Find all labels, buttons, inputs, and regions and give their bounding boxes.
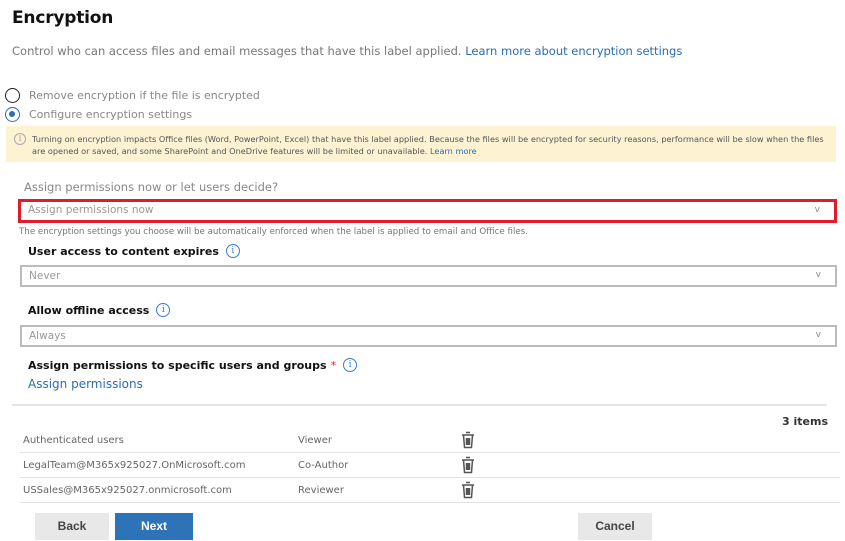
- permissions-label: Assign permissions to specific users and…: [28, 358, 358, 372]
- delete-button[interactable]: [460, 431, 476, 452]
- expires-label-text: User access to content expires: [28, 244, 219, 258]
- role-cell: Viewer: [298, 435, 332, 446]
- divider: [12, 404, 827, 406]
- items-count: 3 items: [782, 415, 828, 428]
- next-button[interactable]: Next: [115, 513, 193, 540]
- radio-button-selected[interactable]: [5, 107, 20, 122]
- assign-mode-label: Assign permissions now or let users deci…: [24, 180, 279, 194]
- expires-value: Never: [29, 270, 61, 282]
- role-cell: Reviewer: [298, 485, 344, 496]
- radio-configure-encryption[interactable]: Configure encryption settings: [5, 107, 192, 122]
- trash-icon: [462, 456, 474, 474]
- learn-more-encryption-link[interactable]: Learn more about encryption settings: [465, 44, 682, 58]
- info-icon[interactable]: i: [225, 244, 240, 258]
- offline-value: Always: [29, 330, 66, 342]
- offline-dropdown[interactable]: Always v: [20, 325, 837, 347]
- table-row: USSales@M365x925027.onmicrosoft.com Revi…: [20, 478, 840, 503]
- trash-icon: [462, 481, 474, 499]
- delete-button[interactable]: [460, 481, 476, 502]
- radio-button[interactable]: [5, 88, 20, 103]
- page-title: Encryption: [12, 8, 114, 28]
- user-cell: Authenticated users: [23, 435, 124, 446]
- chevron-down-icon: v: [815, 270, 821, 280]
- expires-dropdown[interactable]: Never v: [20, 265, 837, 287]
- expires-label: User access to content expires i: [28, 244, 240, 258]
- offline-label-text: Allow offline access: [28, 303, 150, 317]
- chevron-down-icon: v: [815, 330, 821, 340]
- page-subtitle: Control who can access files and email m…: [12, 44, 682, 58]
- chevron-down-icon: v: [814, 205, 820, 215]
- radio-remove-encryption[interactable]: Remove encryption if the file is encrypt…: [5, 88, 260, 103]
- delete-button[interactable]: [460, 456, 476, 477]
- role-cell: Co-Author: [298, 460, 349, 471]
- assign-mode-value: Assign permissions now: [28, 204, 154, 216]
- permissions-label-text: Assign permissions to specific users and…: [28, 358, 327, 372]
- radio-label: Remove encryption if the file is encrypt…: [29, 89, 260, 102]
- back-button[interactable]: Back: [35, 513, 109, 540]
- radio-label: Configure encryption settings: [29, 108, 193, 121]
- required-marker: *: [330, 358, 337, 372]
- table-row: LegalTeam@M365x925027.OnMicrosoft.com Co…: [20, 453, 840, 478]
- subtitle-text: Control who can access files and email m…: [12, 44, 466, 58]
- user-cell: USSales@M365x925027.onmicrosoft.com: [23, 485, 232, 496]
- assign-mode-help: The encryption settings you choose will …: [19, 227, 529, 237]
- assign-permissions-link[interactable]: Assign permissions: [28, 377, 143, 391]
- cancel-button[interactable]: Cancel: [578, 513, 652, 540]
- warning-text: Turning on encryption impacts Office fil…: [32, 134, 824, 156]
- permissions-table: Authenticated users Viewer LegalTeam@M36…: [20, 428, 840, 503]
- info-icon[interactable]: i: [343, 358, 358, 372]
- info-icon: i: [14, 133, 26, 145]
- encryption-warning-banner: i Turning on encryption impacts Office f…: [6, 126, 836, 162]
- user-cell: LegalTeam@M365x925027.OnMicrosoft.com: [23, 460, 246, 471]
- assign-mode-dropdown[interactable]: Assign permissions now v: [18, 199, 837, 223]
- info-icon[interactable]: i: [156, 303, 171, 317]
- warning-learn-more-link[interactable]: Learn more: [430, 146, 477, 156]
- table-row: Authenticated users Viewer: [20, 428, 840, 453]
- offline-label: Allow offline access i: [28, 303, 171, 317]
- trash-icon: [462, 431, 474, 449]
